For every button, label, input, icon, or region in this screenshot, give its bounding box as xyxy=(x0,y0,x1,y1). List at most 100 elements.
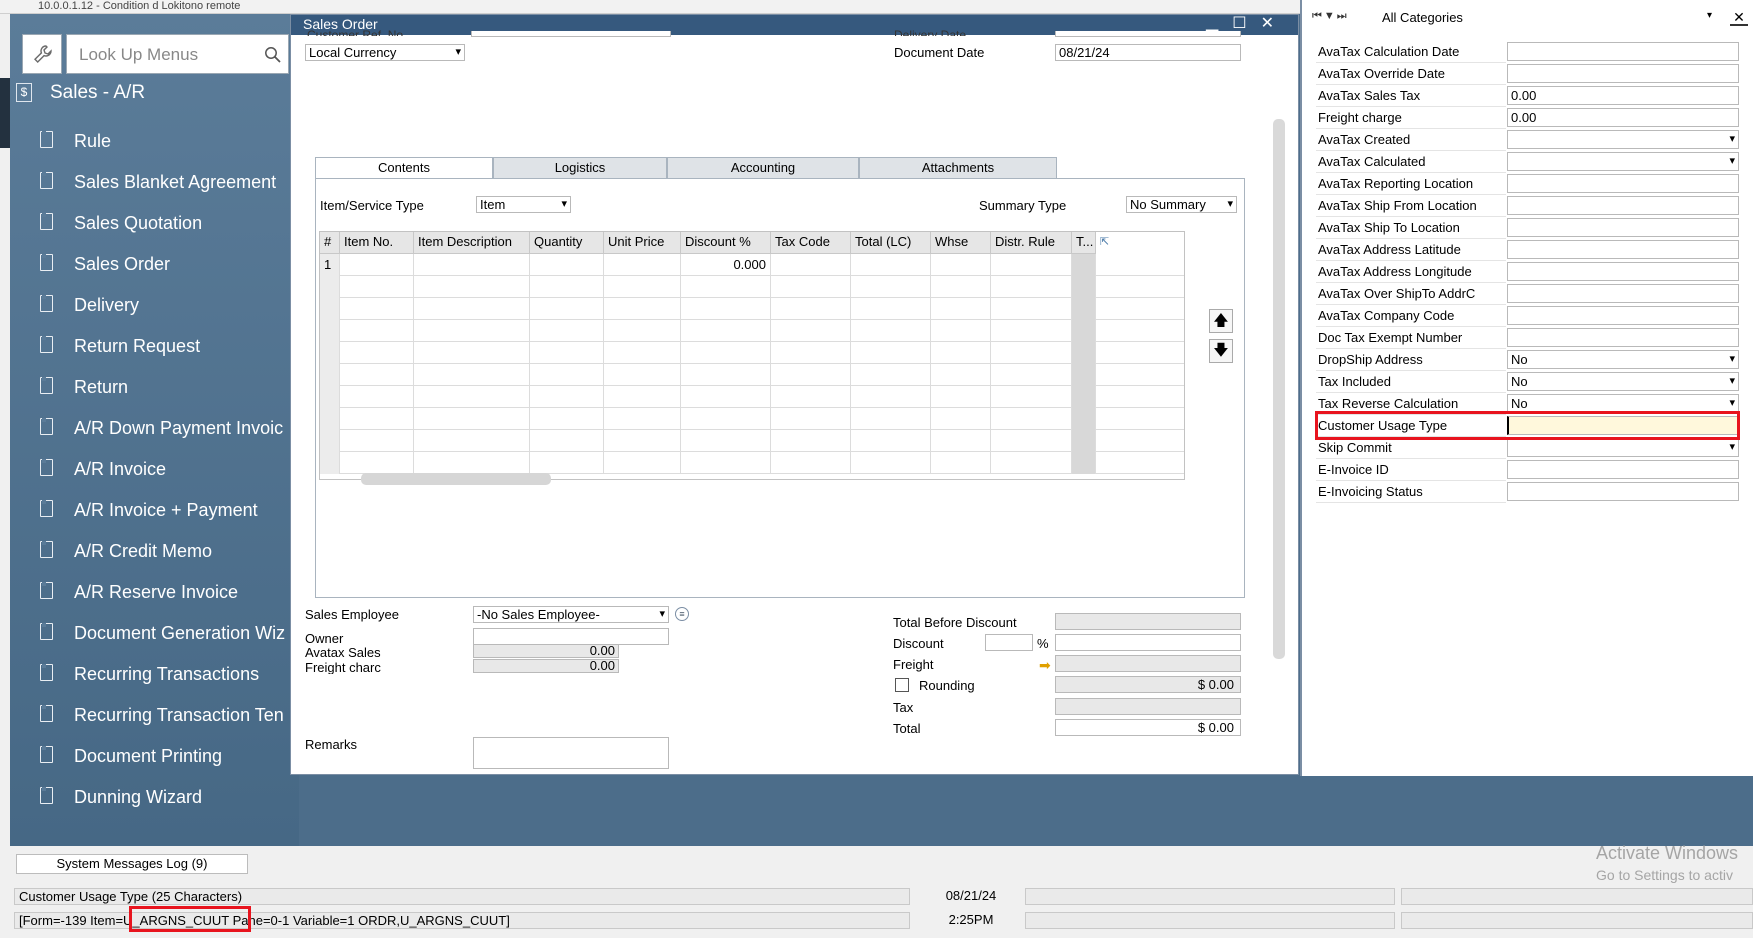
grid-cell[interactable] xyxy=(991,408,1072,430)
grid-cell[interactable] xyxy=(530,386,604,408)
table-row[interactable] xyxy=(320,320,1184,342)
grid-cell[interactable] xyxy=(340,364,414,386)
grid-cell[interactable] xyxy=(931,342,991,364)
udf-close-icon[interactable]: ✕ xyxy=(1730,8,1748,26)
tab-attachments[interactable]: Attachments xyxy=(859,157,1057,179)
table-row[interactable] xyxy=(320,342,1184,364)
menu-item[interactable]: Return Request xyxy=(36,327,299,368)
grid-cell[interactable] xyxy=(851,386,931,408)
table-row[interactable]: 1 0.000 xyxy=(320,254,1184,276)
grid-cell[interactable] xyxy=(604,254,681,276)
grid-cell[interactable] xyxy=(931,276,991,298)
grid-cell[interactable] xyxy=(771,342,851,364)
menu-item[interactable]: Sales Quotation xyxy=(36,204,299,245)
grid-cell[interactable] xyxy=(851,452,931,474)
grid-cell[interactable] xyxy=(1072,342,1096,364)
udf-input[interactable] xyxy=(1507,196,1739,215)
grid-column-header[interactable]: Unit Price xyxy=(604,232,681,254)
owner-field[interactable] xyxy=(473,628,669,645)
grid-cell[interactable] xyxy=(530,364,604,386)
udf-input[interactable] xyxy=(1507,284,1739,303)
grid-cell[interactable] xyxy=(1072,298,1096,320)
grid-cell[interactable] xyxy=(414,254,530,276)
grid-cell[interactable] xyxy=(340,298,414,320)
grid-cell[interactable] xyxy=(991,276,1072,298)
udf-nav-buttons[interactable]: ⏮▼⏭ xyxy=(1312,10,1362,26)
grid-cell[interactable] xyxy=(1072,386,1096,408)
grid-cell[interactable] xyxy=(530,254,604,276)
grid-cell[interactable] xyxy=(414,452,530,474)
menu-item[interactable]: Sales Order xyxy=(36,245,299,286)
close-icon[interactable]: ✕ xyxy=(1261,15,1288,32)
grid-cell[interactable] xyxy=(414,364,530,386)
grid-cell[interactable] xyxy=(931,452,991,474)
menu-item[interactable]: A/R Credit Memo xyxy=(36,532,299,573)
grid-cell[interactable] xyxy=(340,408,414,430)
grid-cell[interactable] xyxy=(340,342,414,364)
grid-cell[interactable] xyxy=(604,408,681,430)
grid-cell[interactable] xyxy=(931,298,991,320)
grid-cell[interactable] xyxy=(851,320,931,342)
grid-cell[interactable] xyxy=(340,276,414,298)
grid-cell[interactable] xyxy=(604,364,681,386)
grid-cell[interactable] xyxy=(771,364,851,386)
grid-cell[interactable] xyxy=(340,254,414,276)
menu-item[interactable]: A/R Down Payment Invoic xyxy=(36,409,299,450)
grid-cell[interactable] xyxy=(340,386,414,408)
udf-input[interactable] xyxy=(1507,460,1739,479)
grid-column-header[interactable]: # xyxy=(320,232,340,254)
discount-percent-field[interactable] xyxy=(985,634,1033,651)
grid-column-header[interactable]: Tax Code xyxy=(771,232,851,254)
grid-cell[interactable] xyxy=(851,254,931,276)
grid-cell[interactable] xyxy=(931,254,991,276)
grid-cell[interactable] xyxy=(851,298,931,320)
udf-input[interactable]: 0.00 xyxy=(1507,108,1739,127)
menu-item[interactable]: A/R Invoice + Payment xyxy=(36,491,299,532)
grid-column-header[interactable]: T... xyxy=(1072,232,1096,254)
grid-cell[interactable] xyxy=(991,386,1072,408)
grid-cell[interactable] xyxy=(931,386,991,408)
grid-column-header[interactable]: Quantity xyxy=(530,232,604,254)
table-row[interactable] xyxy=(320,408,1184,430)
grid-cell[interactable] xyxy=(340,320,414,342)
grid-cell[interactable] xyxy=(851,364,931,386)
grid-cell[interactable] xyxy=(1072,452,1096,474)
menu-item[interactable]: Delivery xyxy=(36,286,299,327)
menu-item[interactable]: Return xyxy=(36,368,299,409)
grid-cell[interactable] xyxy=(681,298,771,320)
udf-input[interactable] xyxy=(1507,42,1739,61)
move-row-down-icon[interactable]: 🡇 xyxy=(1209,339,1233,363)
grid-column-header[interactable]: Discount % xyxy=(681,232,771,254)
udf-input[interactable] xyxy=(1507,482,1739,501)
grid-cell[interactable] xyxy=(530,452,604,474)
menu-item[interactable]: Rule xyxy=(36,122,299,163)
udf-input[interactable] xyxy=(1507,306,1739,325)
move-row-up-icon[interactable]: 🡅 xyxy=(1209,309,1233,333)
grid-cell[interactable] xyxy=(931,364,991,386)
system-messages-log-tab[interactable]: System Messages Log (9) xyxy=(16,854,248,874)
grid-cell[interactable] xyxy=(851,430,931,452)
grid-column-header[interactable]: Item No. xyxy=(340,232,414,254)
minimize-icon[interactable]: ▁ xyxy=(1206,15,1232,32)
grid-cell[interactable] xyxy=(851,276,931,298)
menu-item[interactable]: Sales Blanket Agreement xyxy=(36,163,299,204)
grid-cell[interactable] xyxy=(530,320,604,342)
udf-category-select[interactable]: All Categories ▾ xyxy=(1382,10,1712,28)
grid-cell[interactable] xyxy=(414,298,530,320)
grid-cell[interactable] xyxy=(681,386,771,408)
grid-cell[interactable] xyxy=(414,276,530,298)
grid-cell[interactable] xyxy=(1072,254,1096,276)
grid-cell[interactable] xyxy=(931,430,991,452)
table-row[interactable] xyxy=(320,386,1184,408)
table-row[interactable] xyxy=(320,430,1184,452)
first-record-icon[interactable]: ⏮ xyxy=(1312,10,1324,22)
freight-arrow-icon[interactable]: ➡ xyxy=(1039,657,1051,674)
grid-cell[interactable] xyxy=(681,320,771,342)
grid-cell[interactable] xyxy=(604,320,681,342)
maximize-icon[interactable]: ☐ xyxy=(1232,15,1260,32)
grid-cell[interactable] xyxy=(931,320,991,342)
udf-input[interactable] xyxy=(1507,218,1739,237)
udf-select[interactable] xyxy=(1507,130,1739,149)
grid-cell[interactable] xyxy=(530,276,604,298)
sales-employee-select[interactable]: -No Sales Employee- xyxy=(473,606,669,623)
